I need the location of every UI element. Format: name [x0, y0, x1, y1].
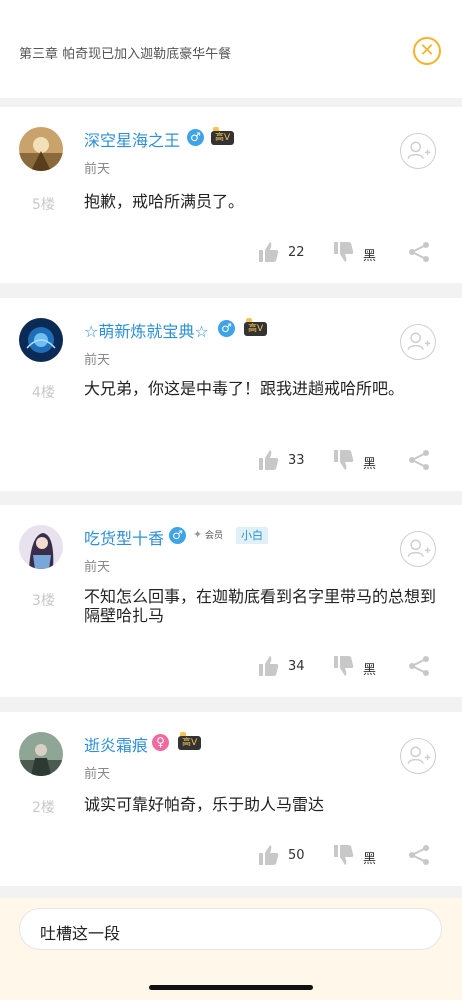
like-count: 50: [288, 848, 305, 863]
post-time: 前天: [84, 767, 111, 782]
male-gender-icon: ♂: [187, 129, 204, 146]
comment-content: 大兄弟，你这是中毒了！跟我进趟戒哈所吧。: [84, 379, 405, 398]
dislike-label: 黑: [363, 457, 377, 472]
comment-card: ☆萌新炼就宝典☆ ♂ 高V 前天 4楼 大兄弟，你这是中毒了！跟我进趟戒哈所吧。…: [0, 298, 462, 491]
username[interactable]: 深空星海之王: [84, 127, 180, 151]
floor-number: 5楼: [32, 197, 55, 213]
follow-user-icon[interactable]: [400, 324, 436, 360]
female-gender-icon: ♀: [152, 734, 169, 751]
username[interactable]: 逝炎霜痕: [84, 732, 148, 756]
dislike-icon[interactable]: [333, 241, 355, 263]
comment-card: 吃货型十香 ♂ 会员 小白 前天 3楼 不知怎么回事，在迦勒底看到名字里带马的总…: [0, 505, 462, 697]
vip-badge: 高V: [211, 127, 235, 145]
avatar[interactable]: [19, 525, 63, 569]
comment-content: 诚实可靠好帕奇，乐于助人马雷达: [84, 795, 325, 814]
dislike-icon[interactable]: [333, 655, 355, 677]
dislike-label: 黑: [363, 852, 377, 867]
comment-content: 抱歉，戒哈所满员了。: [84, 192, 245, 211]
dislike-icon[interactable]: [333, 844, 355, 866]
post-time: 前天: [84, 162, 111, 177]
comment-actions: 34 黑: [0, 655, 462, 679]
dislike-label: 黑: [363, 249, 377, 264]
follow-user-icon[interactable]: [400, 738, 436, 774]
like-icon[interactable]: [258, 241, 280, 263]
follow-user-icon[interactable]: [400, 531, 436, 567]
avatar[interactable]: [19, 732, 63, 776]
post-time: 前天: [84, 560, 111, 575]
floor-number: 3楼: [32, 593, 55, 609]
like-count: 22: [288, 245, 305, 260]
share-icon[interactable]: [408, 655, 430, 677]
level-badge: 小白: [236, 527, 268, 544]
share-icon[interactable]: [408, 844, 430, 866]
comment-input[interactable]: 吐槽这一段: [19, 908, 442, 950]
male-gender-icon: ♂: [169, 527, 186, 544]
like-icon[interactable]: [258, 449, 280, 471]
like-icon[interactable]: [258, 655, 280, 677]
chapter-title: 第三章 帕奇现已加入迦勒底豪华午餐: [19, 47, 232, 62]
comment-content: 不知怎么回事，在迦勒底看到名字里带马的总想到隔壁哈扎马: [84, 587, 437, 625]
post-time: 前天: [84, 353, 111, 368]
comment-input-bar: 吐槽这一段: [0, 898, 462, 1000]
share-icon[interactable]: [408, 241, 430, 263]
comment-card: 深空星海之王 ♂ 高V 前天 5楼 抱歉，戒哈所满员了。 22 黑: [0, 107, 462, 283]
follow-user-icon[interactable]: [400, 133, 436, 169]
close-icon[interactable]: ✕: [413, 37, 441, 65]
floor-number: 2楼: [32, 800, 55, 816]
dislike-icon[interactable]: [333, 449, 355, 471]
chapter-header: 第三章 帕奇现已加入迦勒底豪华午餐 ✕: [0, 0, 462, 98]
home-indicator[interactable]: [149, 985, 313, 990]
comment-input-text: 吐槽这一段: [40, 924, 121, 943]
comment-card: 逝炎霜痕 ♀ 高V 前天 2楼 诚实可靠好帕奇，乐于助人马雷达 50 黑: [0, 712, 462, 886]
comment-actions: 22 黑: [0, 241, 462, 265]
dislike-label: 黑: [363, 663, 377, 678]
avatar[interactable]: [19, 318, 63, 362]
floor-number: 4楼: [32, 385, 55, 401]
share-icon[interactable]: [408, 449, 430, 471]
comment-actions: 33 黑: [0, 449, 462, 473]
male-gender-icon: ♂: [218, 320, 235, 337]
like-count: 34: [288, 659, 305, 674]
username[interactable]: 吃货型十香: [84, 525, 164, 549]
member-badge: 会员: [193, 528, 227, 543]
username[interactable]: ☆萌新炼就宝典☆: [84, 318, 209, 342]
comment-actions: 50 黑: [0, 844, 462, 868]
like-icon[interactable]: [258, 844, 280, 866]
vip-badge: 高V: [178, 732, 202, 750]
avatar[interactable]: [19, 127, 63, 171]
like-count: 33: [288, 453, 305, 468]
vip-badge: 高V: [244, 318, 268, 336]
